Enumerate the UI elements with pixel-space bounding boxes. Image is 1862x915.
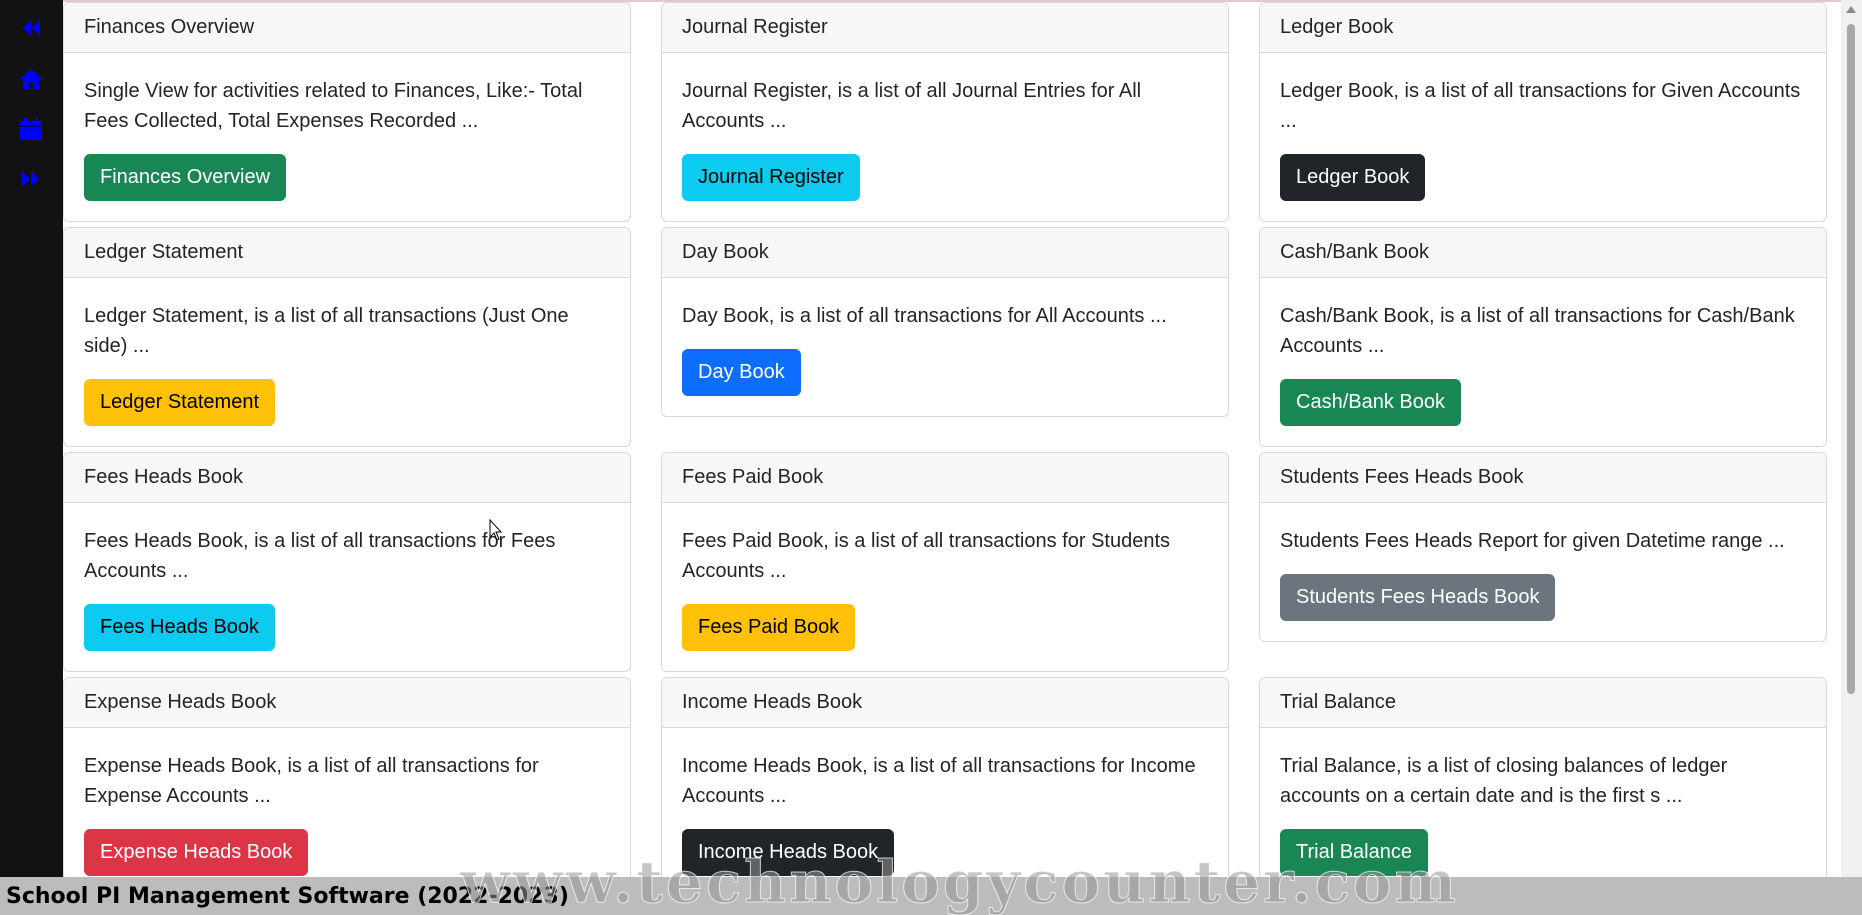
sidebar [0,0,63,877]
main-content: Finances Overview Single View for activi… [63,0,1841,877]
card-title: Ledger Book [1260,3,1826,53]
card-title: Finances Overview [64,3,630,53]
card-description: Fees Heads Book, is a list of all transa… [84,530,556,582]
calendar-icon[interactable] [18,116,44,142]
card-expense-heads-book: Expense Heads Book Expense Heads Book, i… [63,677,631,877]
finances-overview-button[interactable]: Finances Overview [84,154,287,201]
card-income-heads-book: Income Heads Book Income Heads Book, is … [661,677,1229,877]
card-description: Journal Register, is a list of all Journ… [682,80,1142,132]
card-title: Expense Heads Book [64,678,630,728]
card-title: Income Heads Book [662,678,1228,728]
card-title: Trial Balance [1260,678,1826,728]
scroll-up-arrow-icon[interactable] [1846,6,1856,13]
card-description: Cash/Bank Book, is a list of all transac… [1280,305,1795,357]
card-description: Trial Balance, is a list of closing bala… [1280,755,1728,807]
card-trial-balance: Trial Balance Trial Balance, is a list o… [1259,677,1827,877]
card-description: Income Heads Book, is a list of all tran… [682,755,1196,807]
scrollbar-thumb[interactable] [1847,24,1855,694]
ledger-statement-button[interactable]: Ledger Statement [84,379,275,426]
journal-register-button[interactable]: Journal Register [682,154,860,201]
ledger-book-button[interactable]: Ledger Book [1280,154,1426,201]
card-title: Fees Heads Book [64,453,630,503]
students-fees-heads-book-button[interactable]: Students Fees Heads Book [1280,574,1556,621]
card-title: Cash/Bank Book [1260,228,1826,278]
expense-heads-book-button[interactable]: Expense Heads Book [84,829,309,876]
card-description: Fees Paid Book, is a list of all transac… [682,530,1171,582]
card-description: Single View for activities related to Fi… [84,80,583,132]
fees-paid-book-button[interactable]: Fees Paid Book [682,604,856,651]
card-title: Fees Paid Book [662,453,1228,503]
card-fees-heads-book: Fees Heads Book Fees Heads Book, is a li… [63,452,631,672]
cash-bank-book-button[interactable]: Cash/Bank Book [1280,379,1461,426]
card-fees-paid-book: Fees Paid Book Fees Paid Book, is a list… [661,452,1229,672]
card-title: Day Book [662,228,1228,278]
card-title: Ledger Statement [64,228,630,278]
income-heads-book-button[interactable]: Income Heads Book [682,829,895,876]
card-finances-overview: Finances Overview Single View for activi… [63,2,631,222]
app-window: Finances Overview Single View for activi… [0,0,1862,915]
footer-title: School PI Management Software (2022-2023… [6,883,569,909]
card-title: Journal Register [662,3,1228,53]
card-description: Students Fees Heads Report for given Dat… [1280,530,1785,552]
card-description: Expense Heads Book, is a list of all tra… [84,755,539,807]
card-title: Students Fees Heads Book [1260,453,1826,503]
card-ledger-book: Ledger Book Ledger Book, is a list of al… [1259,2,1827,222]
card-description: Ledger Book, is a list of all transactio… [1280,80,1801,132]
home-icon[interactable] [18,66,44,92]
card-cash-bank-book: Cash/Bank Book Cash/Bank Book, is a list… [1259,227,1827,447]
day-book-button[interactable]: Day Book [682,349,801,396]
card-ledger-statement: Ledger Statement Ledger Statement, is a … [63,227,631,447]
card-description: Ledger Statement, is a list of all trans… [84,305,569,357]
card-description: Day Book, is a list of all transactions … [682,305,1167,327]
fees-heads-book-button[interactable]: Fees Heads Book [84,604,275,651]
double-chevron-left-icon[interactable] [18,15,44,41]
trial-balance-button[interactable]: Trial Balance [1280,829,1428,876]
double-chevron-right-icon[interactable] [18,166,44,192]
card-day-book: Day Book Day Book, is a list of all tran… [661,227,1229,417]
card-journal-register: Journal Register Journal Register, is a … [661,2,1229,222]
mouse-cursor-icon [489,518,503,546]
footer-bar: School PI Management Software (2022-2023… [0,877,1862,915]
card-students-fees-heads-book: Students Fees Heads Book Students Fees H… [1259,452,1827,642]
vertical-scrollbar[interactable] [1841,0,1862,877]
